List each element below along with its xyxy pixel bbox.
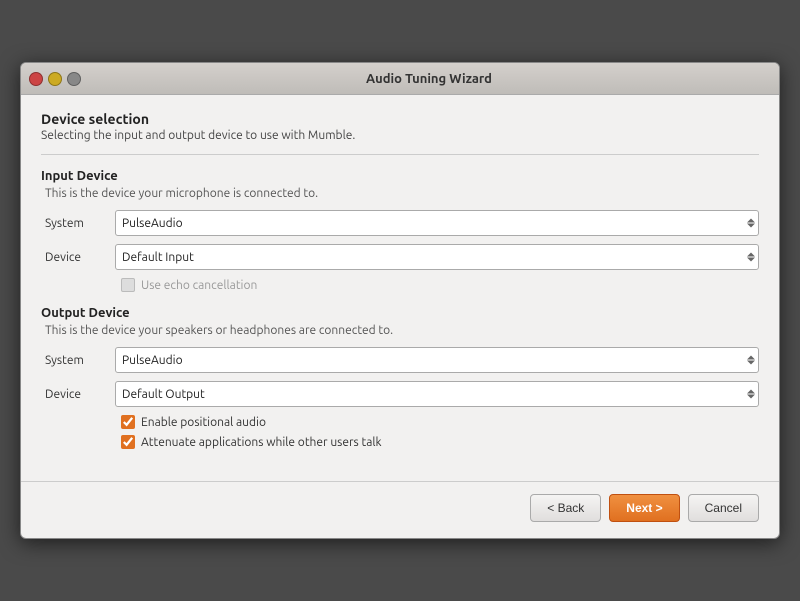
footer: < Back Next > Cancel (21, 481, 779, 538)
output-device-select[interactable]: Default Output (115, 381, 759, 407)
titlebar-buttons (29, 72, 81, 86)
output-system-select[interactable]: PulseAudio (115, 347, 759, 373)
positional-audio-row: Enable positional audio (41, 415, 759, 429)
output-section-title: Output Device (41, 306, 759, 320)
output-device-label: Device (45, 388, 115, 401)
attenuate-checkbox[interactable] (121, 435, 135, 449)
output-device-section: Output Device This is the device your sp… (41, 306, 759, 449)
input-system-row: System PulseAudio (41, 210, 759, 236)
back-button[interactable]: < Back (530, 494, 601, 522)
input-system-select[interactable]: PulseAudio (115, 210, 759, 236)
attenuate-label: Attenuate applications while other users… (141, 436, 382, 449)
titlebar: Audio Tuning Wizard (21, 63, 779, 95)
positional-audio-label: Enable positional audio (141, 416, 266, 429)
output-system-label: System (45, 354, 115, 367)
main-window: Audio Tuning Wizard Device selection Sel… (20, 62, 780, 539)
input-device-label: Device (45, 251, 115, 264)
cancel-button[interactable]: Cancel (688, 494, 759, 522)
input-system-select-wrapper: PulseAudio (115, 210, 759, 236)
echo-cancellation-label: Use echo cancellation (141, 279, 257, 292)
output-section-desc: This is the device your speakers or head… (41, 324, 759, 337)
header-divider (41, 154, 759, 155)
output-device-row: Device Default Output (41, 381, 759, 407)
input-device-row: Device Default Input (41, 244, 759, 270)
input-section-desc: This is the device your microphone is co… (41, 187, 759, 200)
content-area: Device selection Selecting the input and… (21, 95, 779, 475)
output-device-select-wrapper: Default Output (115, 381, 759, 407)
input-device-section: Input Device This is the device your mic… (41, 169, 759, 292)
page-title: Device selection (41, 111, 759, 127)
minimize-window-button[interactable] (48, 72, 62, 86)
page-subtitle: Selecting the input and output device to… (41, 129, 759, 142)
input-device-select-wrapper: Default Input (115, 244, 759, 270)
output-system-row: System PulseAudio (41, 347, 759, 373)
echo-row: Use echo cancellation (41, 278, 759, 292)
maximize-window-button[interactable] (67, 72, 81, 86)
attenuate-row: Attenuate applications while other users… (41, 435, 759, 449)
input-section-title: Input Device (41, 169, 759, 183)
next-button[interactable]: Next > (609, 494, 679, 522)
close-window-button[interactable] (29, 72, 43, 86)
echo-cancellation-checkbox[interactable] (121, 278, 135, 292)
window-title: Audio Tuning Wizard (87, 72, 771, 86)
output-system-select-wrapper: PulseAudio (115, 347, 759, 373)
positional-audio-checkbox[interactable] (121, 415, 135, 429)
input-device-select[interactable]: Default Input (115, 244, 759, 270)
input-system-label: System (45, 217, 115, 230)
